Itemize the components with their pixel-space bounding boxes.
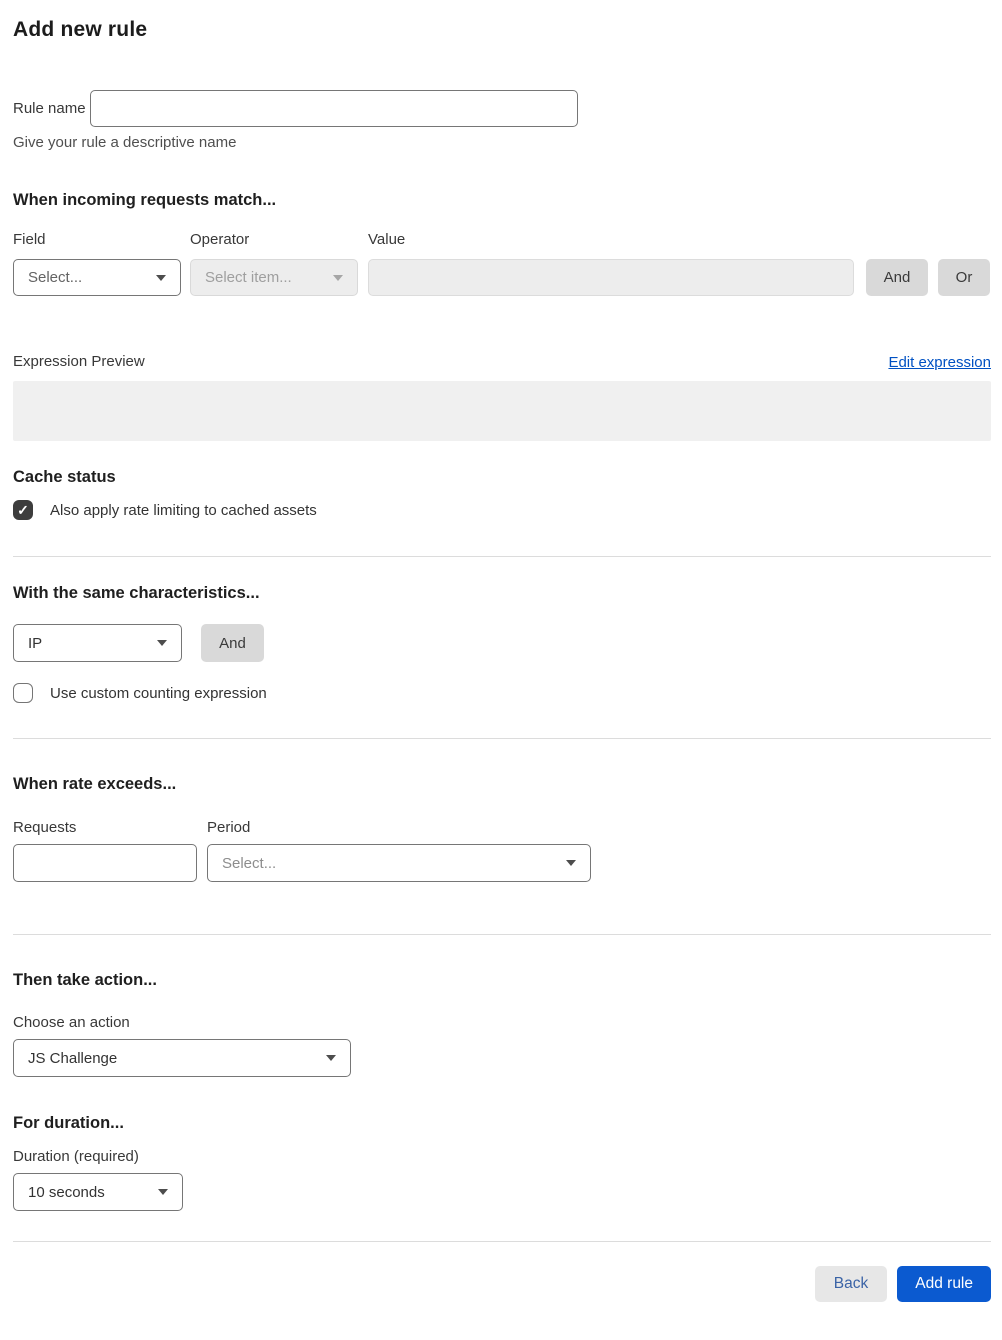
duration-section: For duration... Duration (required) 10 s… bbox=[13, 1114, 991, 1211]
cached-assets-checkbox[interactable]: ✓ bbox=[13, 500, 33, 520]
expression-preview-label: Expression Preview bbox=[13, 353, 145, 370]
period-select-value: Select... bbox=[222, 854, 277, 872]
action-heading: Then take action... bbox=[13, 971, 157, 989]
characteristics-heading: With the same characteristics... bbox=[13, 584, 260, 602]
action-select-value: JS Challenge bbox=[28, 1049, 118, 1067]
cached-assets-checkbox-label: Also apply rate limiting to cached asset… bbox=[50, 501, 317, 519]
duration-select-value: 10 seconds bbox=[28, 1183, 105, 1201]
characteristic-select-value: IP bbox=[28, 634, 43, 652]
period-select[interactable]: Select... bbox=[207, 844, 591, 882]
cache-status-heading: Cache status bbox=[13, 468, 116, 486]
action-label: Choose an action bbox=[13, 1014, 130, 1031]
cache-status-section: Cache status ✓ Also apply rate limiting … bbox=[13, 468, 991, 520]
footer-actions: Back Add rule bbox=[13, 1266, 991, 1302]
divider bbox=[13, 738, 991, 739]
value-group: Value bbox=[368, 231, 854, 296]
page-title: Add new rule bbox=[13, 18, 148, 41]
chevron-down-icon bbox=[156, 274, 166, 281]
expression-preview-row: Expression Preview Edit expression bbox=[13, 353, 991, 371]
expression-preview-box bbox=[13, 381, 991, 441]
add-rule-button[interactable]: Add rule bbox=[897, 1266, 991, 1302]
operator-group: Operator Select item... bbox=[190, 231, 358, 296]
rule-name-input[interactable] bbox=[90, 90, 578, 127]
chevron-down-icon bbox=[333, 274, 343, 281]
requests-input[interactable] bbox=[13, 844, 197, 882]
checkmark-icon: ✓ bbox=[17, 502, 29, 518]
action-select[interactable]: JS Challenge bbox=[13, 1039, 351, 1077]
rate-row: Requests Period Select... bbox=[13, 819, 991, 882]
match-section: When incoming requests match... Field Se… bbox=[13, 191, 991, 441]
period-group: Period Select... bbox=[207, 819, 591, 882]
period-label: Period bbox=[207, 819, 251, 836]
operator-label: Operator bbox=[190, 231, 250, 248]
divider bbox=[13, 1241, 991, 1242]
operator-select[interactable]: Select item... bbox=[190, 259, 358, 296]
chevron-down-icon bbox=[566, 860, 576, 866]
add-rule-form: Add new rule Rule name Give your rule a … bbox=[0, 0, 1002, 1340]
duration-heading: For duration... bbox=[13, 1114, 124, 1132]
chevron-down-icon bbox=[326, 1055, 336, 1061]
counting-expression-checkbox-row: Use custom counting expression bbox=[13, 683, 991, 703]
value-input[interactable] bbox=[368, 259, 854, 296]
characteristic-select[interactable]: IP bbox=[13, 624, 182, 662]
action-section: Then take action... Choose an action JS … bbox=[13, 971, 991, 1077]
operator-select-value: Select item... bbox=[205, 269, 292, 286]
rule-name-group: Rule name Give your rule a descriptive n… bbox=[13, 83, 991, 151]
requests-group: Requests bbox=[13, 819, 197, 882]
rate-heading: When rate exceeds... bbox=[13, 775, 177, 793]
field-select[interactable]: Select... bbox=[13, 259, 181, 296]
divider bbox=[13, 556, 991, 557]
duration-label: Duration (required) bbox=[13, 1148, 139, 1165]
counting-expression-checkbox[interactable] bbox=[13, 683, 33, 703]
requests-label: Requests bbox=[13, 819, 77, 836]
rule-name-helper: Give your rule a descriptive name bbox=[13, 134, 237, 151]
field-select-value: Select... bbox=[28, 269, 83, 286]
field-label: Field bbox=[13, 231, 46, 248]
rule-name-label: Rule name bbox=[13, 100, 86, 117]
divider bbox=[13, 934, 991, 935]
back-button[interactable]: Back bbox=[814, 1266, 888, 1302]
characteristics-section: With the same characteristics... IP And … bbox=[13, 584, 991, 703]
rate-section: When rate exceeds... Requests Period Sel… bbox=[13, 775, 991, 882]
chevron-down-icon bbox=[157, 640, 167, 646]
characteristics-row: IP And bbox=[13, 624, 991, 662]
edit-expression-link[interactable]: Edit expression bbox=[888, 354, 991, 371]
value-label: Value bbox=[368, 231, 406, 248]
and-button[interactable]: And bbox=[866, 259, 928, 296]
duration-select[interactable]: 10 seconds bbox=[13, 1173, 183, 1211]
characteristics-and-button[interactable]: And bbox=[201, 624, 264, 662]
match-row: Field Select... Operator Select item... … bbox=[13, 231, 991, 296]
or-button[interactable]: Or bbox=[938, 259, 990, 296]
chevron-down-icon bbox=[158, 1189, 168, 1195]
match-section-heading: When incoming requests match... bbox=[13, 191, 277, 209]
counting-expression-checkbox-label: Use custom counting expression bbox=[50, 684, 267, 702]
field-group: Field Select... bbox=[13, 231, 181, 296]
cached-assets-checkbox-row: ✓ Also apply rate limiting to cached ass… bbox=[13, 500, 991, 520]
